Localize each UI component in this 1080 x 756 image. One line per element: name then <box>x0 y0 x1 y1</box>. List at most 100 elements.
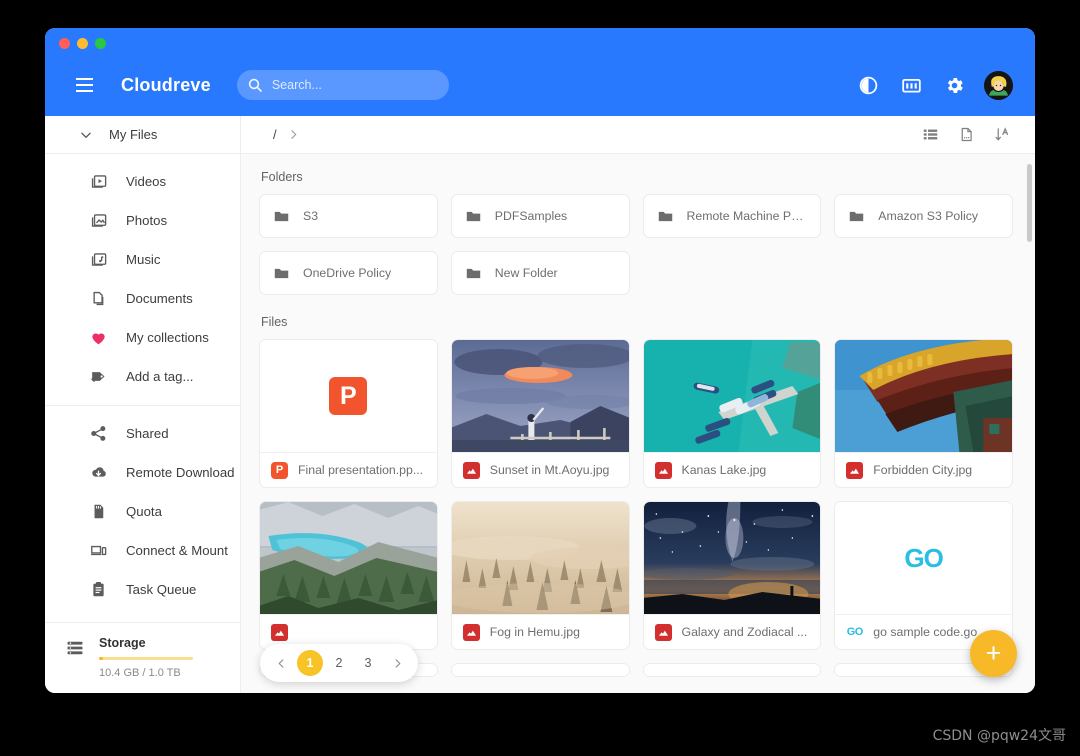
image-icon <box>846 461 864 479</box>
folder-card[interactable]: Remote Machine Poli... <box>642 194 822 238</box>
sidebar-item-quota[interactable]: Quota <box>45 492 240 531</box>
image-icon <box>462 461 480 479</box>
folder-icon <box>466 268 480 278</box>
sidebar-item-photos[interactable]: Photos <box>45 201 240 240</box>
sidebar-list: Videos Photos Music Documents My collect… <box>45 154 240 622</box>
music-library-icon <box>89 250 108 269</box>
file-card[interactable]: Forbidden City.jpg <box>834 339 1013 488</box>
appbar-actions <box>855 70 1013 100</box>
main-panel: / Folders S3 PDFSamples Remote Machine P… <box>241 116 1035 693</box>
file-thumbnail <box>451 664 629 676</box>
photo-library-icon <box>89 211 108 230</box>
file-browser-scroll-area: Folders S3 PDFSamples Remote Machine Pol… <box>241 154 1035 693</box>
breadcrumb-root[interactable]: / <box>267 125 283 144</box>
image-icon <box>271 623 288 641</box>
devices-icon <box>89 541 108 560</box>
sidebar-item-remote-download[interactable]: Remote Download <box>45 453 240 492</box>
pagination-page-2[interactable]: 2 <box>326 650 352 676</box>
chevron-down-icon <box>81 132 91 138</box>
sidebar-item-music[interactable]: Music <box>45 240 240 279</box>
go-icon: GO <box>846 626 864 638</box>
sidebar-item-videos[interactable]: Videos <box>45 162 240 201</box>
breadcrumb-bar: / <box>241 116 1035 154</box>
search-input[interactable] <box>271 78 439 92</box>
file-card[interactable]: GO GO go sample code.go <box>834 501 1013 650</box>
minimize-window-button[interactable] <box>77 38 88 49</box>
sidebar-header-label: My Files <box>109 127 158 142</box>
storage-title: Storage <box>99 635 146 650</box>
search-box[interactable] <box>236 70 449 100</box>
storage-widget[interactable]: Storage 10.4 GB / 1.0 TB <box>45 621 240 694</box>
file-card[interactable]: Galaxy and Zodiacal ... <box>642 501 822 650</box>
maximize-window-button[interactable] <box>95 38 106 49</box>
folder-name: Remote Machine Poli... <box>686 209 808 223</box>
window-body: My Files Videos Photos Music Documents M… <box>45 116 1035 693</box>
sidebar-item-my-collections[interactable]: My collections <box>45 318 240 357</box>
powerpoint-icon: P <box>329 377 368 415</box>
pagination-page-3[interactable]: 3 <box>355 650 381 676</box>
video-library-icon <box>89 172 108 191</box>
new-file-icon[interactable] <box>955 124 977 146</box>
sidebar-item-label: Shared <box>126 426 169 441</box>
image-icon <box>462 623 480 641</box>
folder-icon <box>850 211 864 221</box>
file-thumbnail: GO <box>835 502 1012 614</box>
list-view-icon[interactable] <box>919 124 941 146</box>
file-name: Forbidden City.jpg <box>873 463 973 477</box>
add-button[interactable]: + <box>970 630 1017 677</box>
folder-card[interactable]: New Folder <box>450 251 630 295</box>
heart-icon <box>89 328 108 347</box>
go-icon: GO <box>904 542 943 573</box>
avatar[interactable] <box>984 70 1013 100</box>
dashboard-icon[interactable] <box>898 72 924 98</box>
folder-card[interactable]: Amazon S3 Policy <box>834 194 1013 238</box>
folder-name: New Folder <box>494 266 558 280</box>
sidebar-item-label: My collections <box>126 330 209 345</box>
sidebar-item-task-queue[interactable]: Task Queue <box>45 570 240 609</box>
clipboard-icon <box>89 580 108 599</box>
folder-card[interactable]: S3 <box>259 194 438 238</box>
sidebar-header-my-files[interactable]: My Files <box>45 116 240 154</box>
pagination-prev-button[interactable] <box>268 650 294 676</box>
chevron-right-icon[interactable] <box>283 128 305 141</box>
file-card[interactable] <box>259 501 438 650</box>
folder-card[interactable]: OneDrive Policy <box>259 251 438 295</box>
folder-card[interactable]: PDFSamples <box>450 194 630 238</box>
storage-usage-text: 10.4 GB / 1.0 TB <box>99 667 181 679</box>
file-card[interactable]: Sunset in Mt.Aoyu.jpg <box>450 339 630 488</box>
folder-icon <box>274 211 289 221</box>
brightness-icon[interactable] <box>855 72 881 98</box>
storage-icon <box>67 641 83 654</box>
pagination-page-1[interactable]: 1 <box>297 650 323 676</box>
file-name: go sample code.go <box>873 625 978 639</box>
sidebar-item-label: Connect & Mount <box>126 543 228 558</box>
sidebar-item-add-a-tag[interactable]: Add a tag... <box>45 357 240 396</box>
file-card[interactable]: Fog in Hemu.jpg <box>450 501 630 650</box>
file-card[interactable] <box>642 663 822 677</box>
folder-icon <box>466 211 480 221</box>
sidebar-item-connect-and-mount[interactable]: Connect & Mount <box>45 531 240 570</box>
close-window-button[interactable] <box>59 38 70 49</box>
sidebar-item-shared[interactable]: Shared <box>45 414 240 453</box>
folder-name: OneDrive Policy <box>303 266 392 280</box>
sidebar-item-documents[interactable]: Documents <box>45 279 240 318</box>
file-name: Galaxy and Zodiacal ... <box>681 625 808 639</box>
pagination-next-button[interactable] <box>384 650 410 676</box>
powerpoint-icon: P <box>271 461 288 479</box>
file-card[interactable]: P P Final presentation.pp... <box>259 339 438 488</box>
folder-icon <box>658 211 672 221</box>
sidebar-item-label: Add a tag... <box>126 369 194 384</box>
vertical-scrollbar[interactable] <box>1027 164 1032 242</box>
watermark: CSDN @pqw24文哥 <box>932 728 1066 744</box>
sidebar-item-label: Photos <box>126 213 168 228</box>
sort-alpha-icon[interactable] <box>991 124 1013 146</box>
sidebar-item-label: Quota <box>126 504 162 519</box>
image-icon <box>654 461 672 479</box>
file-thumbnail <box>451 340 629 452</box>
gear-icon[interactable] <box>941 72 967 98</box>
sidebar-item-label: Documents <box>126 291 193 306</box>
file-card[interactable] <box>450 663 630 677</box>
file-card[interactable]: Kanas Lake.jpg <box>642 339 822 488</box>
hamburger-icon[interactable] <box>65 66 103 104</box>
app-window: Cloudreve Search... My Files Videos Phot… <box>45 28 1035 693</box>
